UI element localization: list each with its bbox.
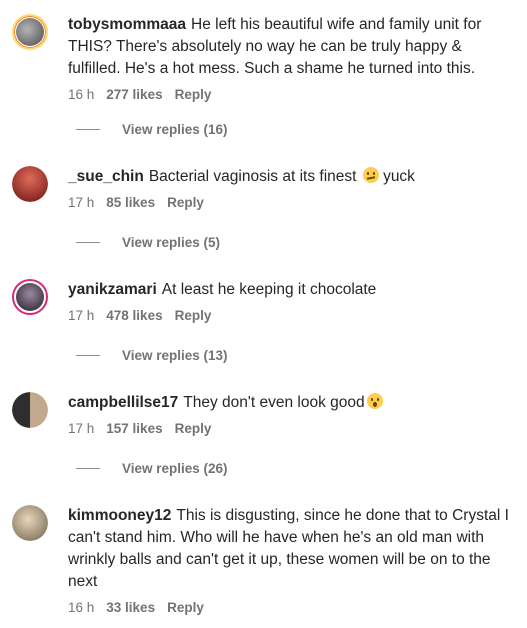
astonished-face-icon [366, 393, 383, 409]
reply-button[interactable]: Reply [167, 600, 204, 615]
reply-button[interactable]: Reply [175, 308, 212, 323]
reply-button[interactable]: Reply [175, 87, 212, 102]
comment-time[interactable]: 16 h [68, 600, 94, 615]
comment-meta: 16 h 277 likes Reply [68, 87, 511, 102]
comment-likes[interactable]: 478 likes [106, 308, 162, 323]
view-replies-button[interactable]: View replies (5) [76, 235, 220, 250]
comment-username[interactable]: tobysmommaaa [68, 16, 186, 33]
reply-button[interactable]: Reply [175, 421, 212, 436]
woozy-face-icon [362, 167, 379, 183]
replies-divider [76, 129, 100, 130]
comment-text-block: tobysmommaaa He left his beautiful wife a… [68, 14, 511, 80]
comment-meta: 16 h 33 likes Reply [68, 600, 511, 615]
comment-time[interactable]: 17 h [68, 195, 94, 210]
comment-meta: 17 h 478 likes Reply [68, 308, 511, 323]
comment-body: tobysmommaaa He left his beautiful wife a… [68, 14, 511, 102]
view-replies-label: View replies (5) [122, 235, 221, 250]
view-replies-label: View replies (16) [122, 122, 228, 137]
view-replies-label: View replies (13) [122, 348, 228, 363]
avatar[interactable] [12, 279, 48, 315]
comment-text-block: campbellilse17 They don't even look good [68, 392, 511, 414]
comment-text: Bacterial vaginosis at its finest [148, 168, 357, 185]
comment-time[interactable]: 17 h [68, 308, 94, 323]
replies-divider [76, 468, 100, 469]
comment-text-block: kimmooney12 This is disgusting, since he … [68, 505, 511, 593]
comment-time[interactable]: 17 h [68, 421, 94, 436]
comment-username[interactable]: campbellilse17 [68, 394, 178, 411]
replies-divider [76, 355, 100, 356]
comment-username[interactable]: kimmooney12 [68, 507, 171, 524]
avatar[interactable] [12, 166, 48, 202]
comment-body: campbellilse17 They don't even look good … [68, 392, 511, 436]
reply-button[interactable]: Reply [167, 195, 204, 210]
comment-text-block: _sue_chin Bacterial vaginosis at its fine… [68, 166, 511, 188]
view-replies-label: View replies (26) [122, 461, 228, 476]
avatar[interactable] [12, 505, 48, 541]
comment-likes[interactable]: 157 likes [106, 421, 162, 436]
avatar[interactable] [12, 14, 48, 50]
comment-likes[interactable]: 33 likes [106, 600, 155, 615]
comment-text: They don't even look good [183, 394, 365, 411]
comment-body: kimmooney12 This is disgusting, since he … [68, 505, 511, 615]
comment-body: _sue_chin Bacterial vaginosis at its fine… [68, 166, 511, 210]
view-replies-button[interactable]: View replies (16) [76, 122, 228, 137]
comment-time[interactable]: 16 h [68, 87, 94, 102]
comments-list: tobysmommaaa He left his beautiful wife a… [0, 0, 527, 628]
comment-username[interactable]: _sue_chin [68, 168, 144, 185]
avatar[interactable] [12, 392, 48, 428]
comment-likes[interactable]: 277 likes [106, 87, 162, 102]
comment-text: At least he keeping it chocolate [161, 281, 377, 298]
view-replies-button[interactable]: View replies (26) [76, 461, 228, 476]
comment-body: yanikzamari At least he keeping it chocol… [68, 279, 511, 323]
replies-divider [76, 242, 100, 243]
comment-username[interactable]: yanikzamari [68, 281, 157, 298]
comment-likes[interactable]: 85 likes [106, 195, 155, 210]
comment-meta: 17 h 157 likes Reply [68, 421, 511, 436]
comment-meta: 17 h 85 likes Reply [68, 195, 511, 210]
view-replies-button[interactable]: View replies (13) [76, 348, 228, 363]
comment-text-block: yanikzamari At least he keeping it chocol… [68, 279, 511, 301]
comment-text-suffix: yuck [383, 168, 415, 185]
